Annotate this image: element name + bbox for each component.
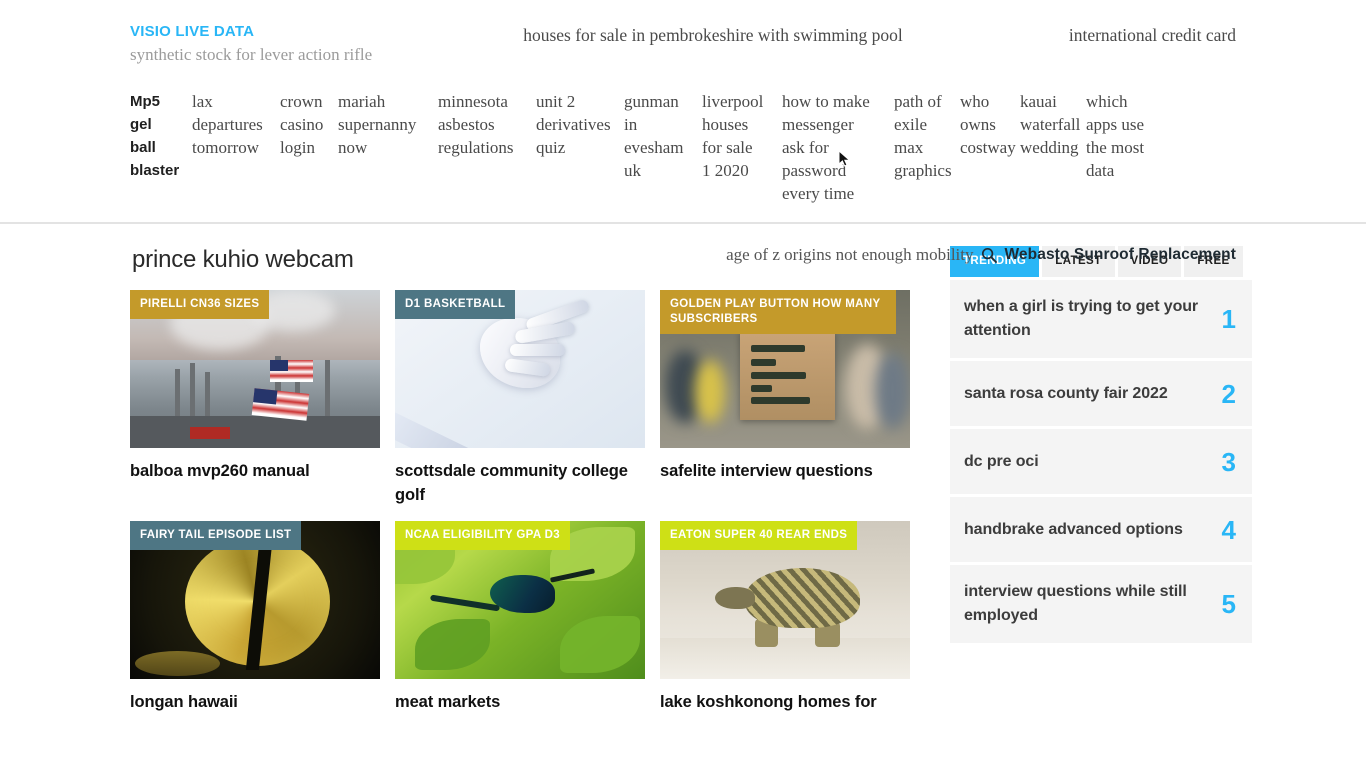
content-card[interactable]: EATON SUPER 40 REAR ENDS lake koshkonong… xyxy=(660,521,910,714)
card-badge[interactable]: EATON SUPER 40 REAR ENDS xyxy=(660,521,858,550)
list-item-rank: 5 xyxy=(1221,589,1236,619)
nav-item-4[interactable]: minnesota asbestos regulations xyxy=(438,90,536,159)
card-badge[interactable]: D1 BASKETBALL xyxy=(395,290,516,319)
trending-list: when a girl is trying to get your attent… xyxy=(950,280,1252,646)
brand-tagline: synthetic stock for lever action rifle xyxy=(130,45,373,64)
nav-item-5[interactable]: unit 2 derivatives quiz xyxy=(536,90,624,159)
card-badge[interactable]: FAIRY TAIL EPISODE LIST xyxy=(130,521,302,550)
card-thumbnail[interactable]: FAIRY TAIL EPISODE LIST xyxy=(130,521,380,679)
list-item[interactable]: handbrake advanced options 4 xyxy=(950,497,1252,565)
card-thumbnail[interactable]: GOLDEN PLAY BUTTON HOW MANY SUBSCRIBERS xyxy=(660,290,910,448)
list-item[interactable]: interview questions while still employed… xyxy=(950,565,1252,646)
nav-item-2[interactable]: crown casino login xyxy=(280,90,338,159)
card-title[interactable]: meat markets xyxy=(395,690,645,714)
card-badge[interactable]: NCAA ELIGIBILITY GPA D3 xyxy=(395,521,571,550)
list-item-label: dc pre oci xyxy=(964,452,1039,470)
search-icon[interactable] xyxy=(981,247,998,263)
mouse-cursor xyxy=(838,149,852,173)
list-item-rank: 2 xyxy=(1221,378,1236,409)
list-item-label: when a girl is trying to get your attent… xyxy=(964,298,1199,339)
nav-item-7[interactable]: liverpool houses for sale 1 2020 xyxy=(702,90,782,182)
content-card[interactable]: FAIRY TAIL EPISODE LIST longan hawaii xyxy=(130,521,380,714)
card-thumbnail[interactable]: NCAA ELIGIBILITY GPA D3 xyxy=(395,521,645,679)
list-item-label: interview questions while still employed xyxy=(964,583,1187,624)
header-center-text[interactable]: houses for sale in pembrokeshire with sw… xyxy=(490,22,936,47)
content-card[interactable]: D1 BASKETBALL scottsdale community colle… xyxy=(395,290,645,507)
main-column: prince kuhio webcam PIRELLI CN36 SIZES b… xyxy=(130,246,930,714)
search-bar[interactable]: age of z origins not enough mobility Web… xyxy=(726,245,1236,265)
list-item-rank: 4 xyxy=(1221,514,1236,545)
search-placeholder-text: age of z origins not enough mobility xyxy=(726,245,974,264)
nav-item-12[interactable]: which apps use the most data xyxy=(1086,90,1146,182)
nav-item-8[interactable]: how to make messenger ask for password e… xyxy=(782,90,894,205)
list-item-label: santa rosa county fair 2022 xyxy=(964,384,1168,402)
nav-item-3[interactable]: mariah supernanny now xyxy=(338,90,438,159)
card-title[interactable]: safelite interview questions xyxy=(660,459,910,483)
page-body: prince kuhio webcam PIRELLI CN36 SIZES b… xyxy=(0,246,1366,714)
card-title[interactable]: longan hawaii xyxy=(130,690,380,714)
nav-item-10[interactable]: who owns costway xyxy=(960,90,1020,159)
list-item[interactable]: dc pre oci 3 xyxy=(950,429,1252,497)
header-top-row: VISIO LIVE DATA synthetic stock for leve… xyxy=(0,22,1366,74)
card-thumbnail[interactable]: EATON SUPER 40 REAR ENDS xyxy=(660,521,910,679)
card-badge[interactable]: PIRELLI CN36 SIZES xyxy=(130,290,270,319)
content-card[interactable]: GOLDEN PLAY BUTTON HOW MANY SUBSCRIBERS … xyxy=(660,290,910,507)
content-card[interactable]: NCAA ELIGIBILITY GPA D3 meat markets xyxy=(395,521,645,714)
search-input[interactable]: Webasto Sunroof Replacement xyxy=(1004,246,1236,264)
nav-item-6[interactable]: gunman in evesham uk xyxy=(624,90,702,182)
card-thumbnail[interactable]: PIRELLI CN36 SIZES xyxy=(130,290,380,448)
card-title[interactable]: lake koshkonong homes for xyxy=(660,690,910,714)
header-divider xyxy=(0,222,1366,224)
list-item[interactable]: santa rosa county fair 2022 2 xyxy=(950,361,1252,429)
list-item-label: handbrake advanced options xyxy=(964,520,1183,538)
card-grid: PIRELLI CN36 SIZES balboa mvp260 manual … xyxy=(130,290,930,714)
nav-item-1[interactable]: lax departures tomorrow xyxy=(192,90,280,159)
card-thumbnail[interactable]: D1 BASKETBALL xyxy=(395,290,645,448)
list-item-rank: 1 xyxy=(1221,304,1236,334)
brand-name[interactable]: VISIO LIVE DATA xyxy=(130,22,490,41)
list-item-rank: 3 xyxy=(1221,446,1236,477)
list-item[interactable]: when a girl is trying to get your attent… xyxy=(950,280,1252,361)
card-badge[interactable]: GOLDEN PLAY BUTTON HOW MANY SUBSCRIBERS xyxy=(660,290,896,334)
sidebar: TRENDING LATEST VIDEO FREE when a girl i… xyxy=(950,246,1252,714)
content-card[interactable]: PIRELLI CN36 SIZES balboa mvp260 manual xyxy=(130,290,380,507)
header-right-text[interactable]: international credit card xyxy=(936,22,1236,47)
nav-item-9[interactable]: path of exile max graphics xyxy=(894,90,960,182)
nav-item-0[interactable]: Mp5 gel ball blaster xyxy=(130,90,192,182)
card-title[interactable]: scottsdale community college golf xyxy=(395,459,645,507)
brand-block[interactable]: VISIO LIVE DATA synthetic stock for leve… xyxy=(130,22,490,66)
site-header: VISIO LIVE DATA synthetic stock for leve… xyxy=(0,0,1366,224)
main-navigation: Mp5 gel ball blaster lax departures tomo… xyxy=(0,74,1366,205)
card-title[interactable]: balboa mvp260 manual xyxy=(130,459,380,483)
nav-item-11[interactable]: kauai waterfall wedding xyxy=(1020,90,1086,159)
